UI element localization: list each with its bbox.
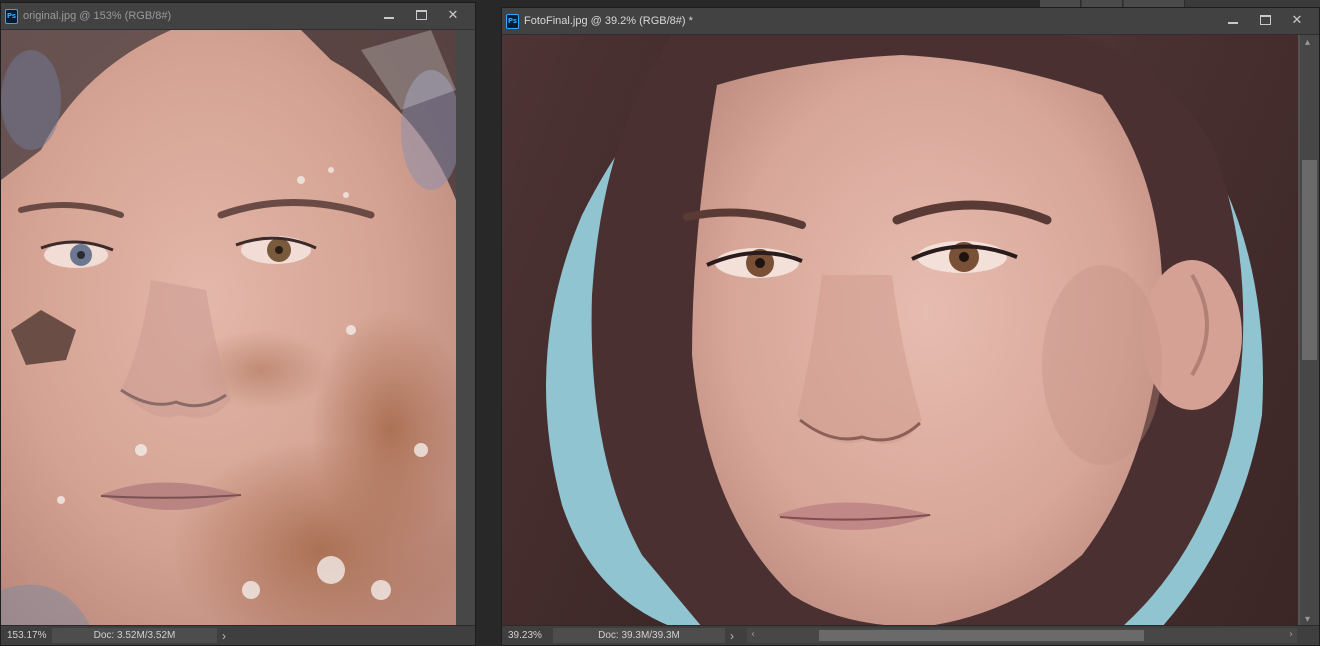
chevron-right-icon[interactable]: › (217, 629, 231, 643)
close-button[interactable]: ✕ (1281, 10, 1313, 30)
vertical-scrollbar[interactable] (456, 30, 475, 627)
zoom-level[interactable]: 39.23% (502, 630, 553, 641)
minimize-icon (384, 17, 394, 19)
maximize-button[interactable] (405, 5, 437, 25)
minimize-button[interactable] (1217, 10, 1249, 30)
close-icon: ✕ (1291, 12, 1303, 28)
scroll-left-icon[interactable]: ‹ (751, 629, 755, 640)
scroll-down-icon[interactable]: ▾ (1305, 614, 1310, 625)
damaged-portrait-image (1, 30, 456, 627)
document-title: original.jpg @ 153% (RGB/8#) (23, 10, 172, 22)
maximize-icon (1259, 15, 1271, 25)
restored-portrait-image (502, 35, 1298, 627)
vertical-scrollbar[interactable]: ▴ ▾ (1300, 35, 1319, 627)
scroll-up-icon[interactable]: ▴ (1305, 37, 1310, 48)
photoshop-icon: Ps (5, 8, 18, 24)
zoom-level[interactable]: 153.17% (1, 630, 52, 641)
status-bar: 153.17% Doc: 3.52M/3.52M › (1, 625, 475, 645)
document-titlebar[interactable]: Ps FotoFinal.jpg @ 39.2% (RGB/8#) * ✕ (502, 8, 1319, 35)
status-bar: 39.23% Doc: 39.3M/39.3M › ‹ › (502, 625, 1319, 645)
image-canvas[interactable] (502, 35, 1298, 627)
document-window-original[interactable]: Ps original.jpg @ 153% (RGB/8#) ✕ 153.17… (0, 2, 476, 646)
scrollbar-thumb[interactable] (819, 630, 1144, 641)
doc-size-info: Doc: 39.3M/39.3M (553, 628, 725, 643)
close-button[interactable]: ✕ (437, 5, 469, 25)
minimize-icon (1228, 22, 1238, 24)
scrollbar-thumb[interactable] (1302, 160, 1317, 360)
maximize-button[interactable] (1249, 10, 1281, 30)
minimize-button[interactable] (373, 5, 405, 25)
scroll-right-icon[interactable]: › (1289, 629, 1293, 640)
document-window-fotofinal[interactable]: Ps FotoFinal.jpg @ 39.2% (RGB/8#) * ✕ ▴ … (501, 7, 1320, 646)
horizontal-scrollbar[interactable]: ‹ › (747, 628, 1297, 643)
document-titlebar[interactable]: Ps original.jpg @ 153% (RGB/8#) ✕ (1, 3, 475, 30)
chevron-right-icon[interactable]: › (725, 629, 739, 643)
image-canvas[interactable] (1, 30, 456, 627)
close-icon: ✕ (447, 7, 459, 23)
maximize-icon (415, 10, 427, 20)
doc-size-info: Doc: 3.52M/3.52M (52, 628, 217, 643)
photoshop-icon: Ps (506, 13, 519, 29)
document-title: FotoFinal.jpg @ 39.2% (RGB/8#) * (524, 15, 693, 27)
